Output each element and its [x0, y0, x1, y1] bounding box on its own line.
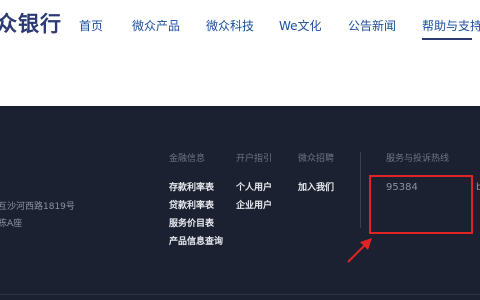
- nav-help-support[interactable]: 帮助与支持: [422, 18, 480, 34]
- nav-products[interactable]: 微众产品: [132, 18, 180, 34]
- link-service-prices[interactable]: 服务价目表: [169, 218, 214, 230]
- annotation-highlight-box: [369, 175, 473, 234]
- nav-we-culture[interactable]: We文化: [279, 18, 322, 34]
- active-nav-underline: [422, 38, 472, 40]
- link-product-info[interactable]: 产品信息查询: [169, 236, 223, 248]
- footer-divider: [360, 152, 361, 228]
- link-personal-users[interactable]: 个人用户: [236, 182, 272, 194]
- link-deposit-rates[interactable]: 存款利率表: [169, 182, 214, 194]
- footer-bottom-rule: [0, 294, 480, 295]
- nav-news[interactable]: 公告新闻: [348, 18, 396, 34]
- annotation-arrow-icon: [347, 238, 372, 263]
- footer-heading-finance: 金融信息: [169, 154, 206, 164]
- site-footer: 互沙河西路1819号 栋A座 金融信息 存款利率表 贷款利率表 服务价目表 产品…: [0, 106, 480, 300]
- hotline-suffix-text: b: [476, 182, 480, 193]
- nav-technology[interactable]: 微众科技: [206, 18, 254, 34]
- link-business-users[interactable]: 企业用户: [236, 200, 272, 212]
- footer-heading-careers: 微众招聘: [298, 154, 335, 164]
- link-loan-rates[interactable]: 贷款利率表: [169, 200, 214, 212]
- nav-home[interactable]: 首页: [79, 18, 103, 34]
- address-line-1: 互沙河西路1819号: [0, 202, 75, 212]
- address-line-2: 栋A座: [0, 219, 23, 229]
- content-area: [0, 54, 480, 106]
- bank-logo[interactable]: 众银行: [0, 11, 62, 37]
- site-header: 众银行 首页 微众产品 微众科技 We文化 公告新闻 帮助与支持: [0, 0, 480, 54]
- footer-heading-hotline: 服务与投诉热线: [386, 154, 450, 164]
- link-join-us[interactable]: 加入我们: [298, 182, 334, 194]
- footer-heading-account: 开户指引: [236, 154, 273, 164]
